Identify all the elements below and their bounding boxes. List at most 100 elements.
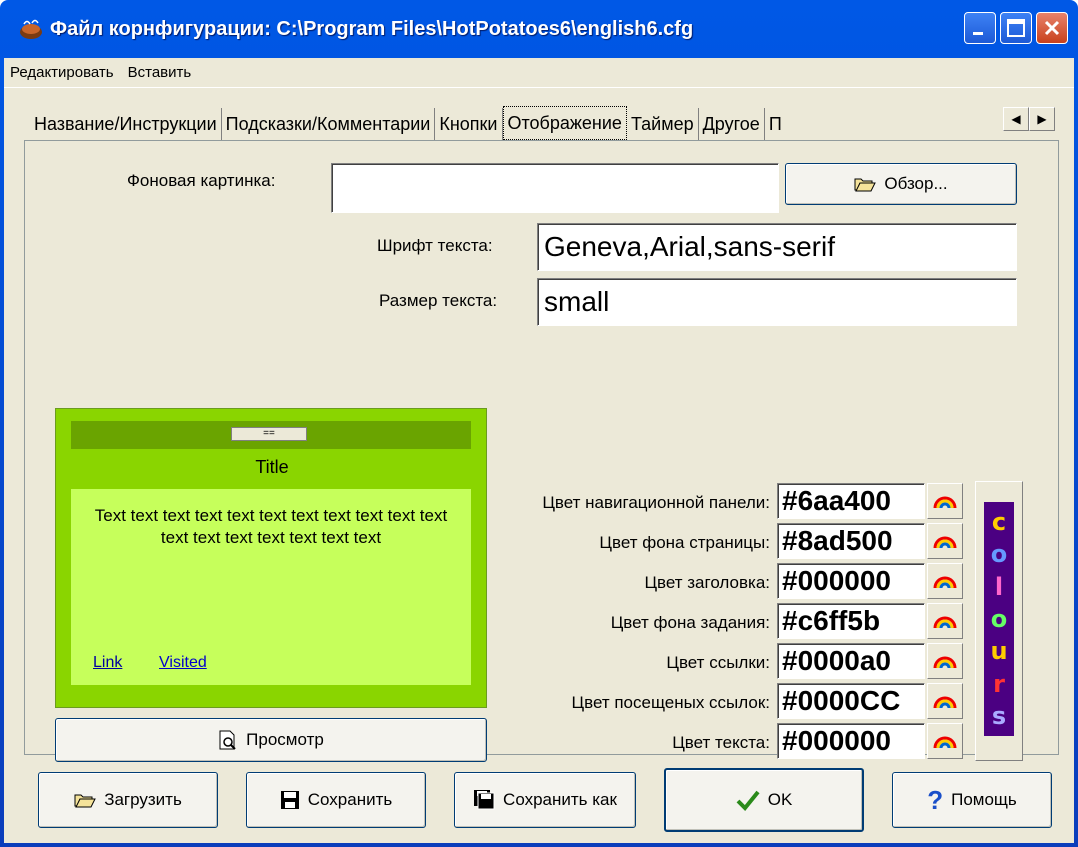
colours-letter: o <box>990 540 1008 569</box>
preview-nav-button: == <box>231 427 307 441</box>
minimize-icon <box>973 32 983 35</box>
ok-button-label: OK <box>767 790 793 809</box>
help-button-label: Помощь <box>951 790 1017 809</box>
preview-visited-link: Visited <box>159 654 207 671</box>
preview-body-text: Text text text text text text text text … <box>94 506 448 547</box>
colours-letter: r <box>993 669 1005 698</box>
save-as-button-label: Сохранить как <box>503 790 617 809</box>
tab-title-instructions[interactable]: Название/Инструкции <box>30 108 222 140</box>
link-color-input[interactable]: #0000a0 <box>777 643 925 679</box>
exercise-bg-color-input[interactable]: #c6ff5b <box>777 603 925 639</box>
maximize-button[interactable] <box>1000 12 1032 44</box>
browse-label: Обзор... <box>884 174 948 193</box>
display-panel: Фоновая картинка: Обзор... Шрифт текста:… <box>24 140 1059 762</box>
preview-title: Title <box>255 457 289 477</box>
folder-open-icon <box>74 794 96 808</box>
preview-button[interactable]: Просмотр <box>55 718 487 762</box>
exercise-bg-color-label: Цвет фона задания: <box>610 613 770 632</box>
menu-edit[interactable]: Редактировать <box>10 64 114 81</box>
checkmark-icon <box>736 790 760 811</box>
preview-area: == Title Text text text text text text t… <box>55 408 487 708</box>
exercise-bg-color-picker-button[interactable] <box>927 603 963 639</box>
page-bg-color-input[interactable]: #8ad500 <box>777 523 925 559</box>
close-button[interactable] <box>1036 12 1068 44</box>
tab-buttons[interactable]: Кнопки <box>435 108 503 140</box>
tab-scroll-arrows: ◀ ▶ <box>1003 107 1055 131</box>
rainbow-icon <box>933 576 957 589</box>
tab-scroll-right-button[interactable]: ▶ <box>1029 107 1055 131</box>
tab-timer[interactable]: Таймер <box>627 108 699 140</box>
rainbow-icon <box>933 616 957 629</box>
size-label: Размер текста: <box>379 291 498 310</box>
link-color-label: Цвет ссылки: <box>666 653 770 672</box>
tab-scroll-left-button[interactable]: ◀ <box>1003 107 1029 131</box>
nav-color-picker-button[interactable] <box>927 483 963 519</box>
minimize-button[interactable] <box>964 12 996 44</box>
bg-image-input[interactable] <box>331 163 779 213</box>
colours-logo: c o l o u r s <box>984 502 1014 736</box>
title-color-picker-button[interactable] <box>927 563 963 599</box>
title-bar[interactable]: Файл корнфигурации: C:\Program Files\Hot… <box>4 0 1074 58</box>
text-color-picker-button[interactable] <box>927 723 963 759</box>
visited-color-label: Цвет посещеных ссылок: <box>571 693 770 712</box>
nav-color-label: Цвет навигационной панели: <box>542 493 770 512</box>
tab-strip: Название/Инструкции Подсказки/Комментари… <box>30 100 791 140</box>
page-bg-color-picker-button[interactable] <box>927 523 963 559</box>
preview-nav-bar: == <box>71 421 471 449</box>
visited-color-picker-button[interactable] <box>927 683 963 719</box>
colours-letter: u <box>990 637 1008 666</box>
colours-letter: c <box>991 508 1007 537</box>
nav-color-input[interactable]: #6aa400 <box>777 483 925 519</box>
close-icon <box>1044 20 1060 36</box>
preview-magnifier-icon <box>219 730 236 750</box>
load-button-label: Загрузить <box>104 790 182 809</box>
menu-bar: Редактировать Вставить <box>4 58 1074 88</box>
save-button-label: Сохранить <box>307 790 393 809</box>
tab-hints-comments[interactable]: Подсказки/Комментарии <box>222 108 436 140</box>
question-mark-icon: ? <box>927 784 944 815</box>
rainbow-icon <box>933 736 957 749</box>
floppy-disk-icon <box>280 791 299 809</box>
font-label: Шрифт текста: <box>377 236 493 255</box>
tab-other[interactable]: Другое <box>699 108 765 140</box>
rainbow-icon <box>933 536 957 549</box>
help-button[interactable]: ? Помощь <box>892 772 1052 828</box>
size-input[interactable]: small <box>537 278 1017 326</box>
bottom-button-bar: Загрузить Сохранить Сохранить как OK ? П… <box>4 758 1074 838</box>
colours-letter: o <box>990 604 1008 633</box>
ok-button[interactable]: OK <box>664 768 864 832</box>
window-title: Файл корнфигурации: C:\Program Files\Hot… <box>50 17 694 40</box>
rainbow-icon <box>933 656 957 669</box>
tab-more[interactable]: П <box>765 108 791 140</box>
rainbow-icon <box>933 696 957 709</box>
rainbow-icon <box>933 496 957 509</box>
visited-color-input[interactable]: #0000CC <box>777 683 925 719</box>
page-bg-color-label: Цвет фона страницы: <box>599 533 770 552</box>
text-color-input[interactable]: #000000 <box>777 723 925 759</box>
bg-image-label: Фоновая картинка: <box>127 171 276 190</box>
load-button[interactable]: Загрузить <box>38 772 218 828</box>
hot-potatoes-icon <box>20 19 42 39</box>
save-as-icon <box>474 790 495 810</box>
tab-display[interactable]: Отображение <box>502 106 627 140</box>
title-color-label: Цвет заголовка: <box>644 573 770 592</box>
colours-letter: l <box>994 572 1004 601</box>
colours-letter: s <box>991 701 1007 730</box>
browse-button[interactable]: Обзор... <box>785 163 1017 205</box>
save-button[interactable]: Сохранить <box>246 772 426 828</box>
link-color-picker-button[interactable] <box>927 643 963 679</box>
colours-button[interactable]: c o l o u r s <box>975 481 1023 761</box>
save-as-button[interactable]: Сохранить как <box>454 772 636 828</box>
folder-open-icon <box>854 178 877 192</box>
client-area: Редактировать Вставить Название/Инструкц… <box>4 58 1074 843</box>
text-color-label: Цвет текста: <box>672 733 770 752</box>
font-input[interactable]: Geneva,Arial,sans-serif <box>537 223 1017 271</box>
menu-insert[interactable]: Вставить <box>128 64 192 81</box>
config-window: Файл корнфигурации: C:\Program Files\Hot… <box>0 0 1078 847</box>
arrow-right-icon: ▶ <box>1037 112 1047 126</box>
preview-button-label: Просмотр <box>246 730 324 749</box>
preview-exercise-box: Text text text text text text text text … <box>71 489 471 685</box>
title-color-input[interactable]: #000000 <box>777 563 925 599</box>
arrow-left-icon: ◀ <box>1011 112 1021 126</box>
maximize-icon <box>1007 19 1025 37</box>
